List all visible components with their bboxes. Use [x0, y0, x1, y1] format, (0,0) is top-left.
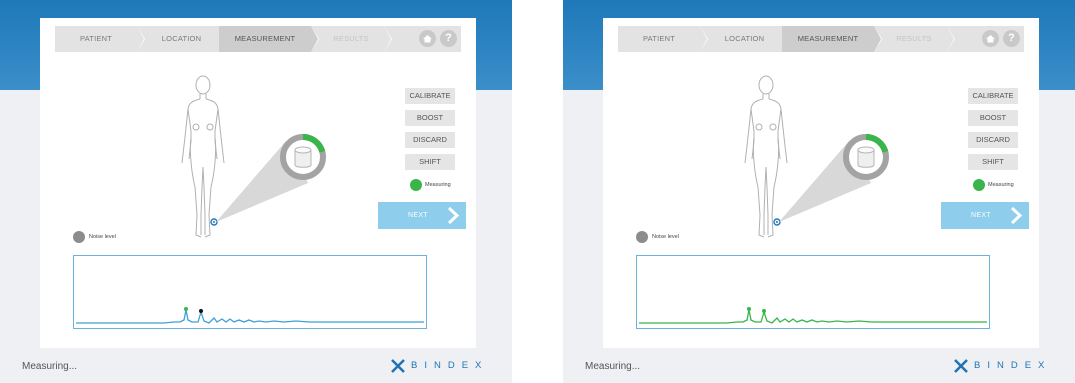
chevron-right-icon: [1010, 206, 1023, 225]
step-navigation: PATIENT LOCATION MEASUREMENT RESULTS ?: [55, 26, 461, 52]
measuring-label: Measuring: [425, 182, 451, 188]
chevron-right-icon: [447, 206, 460, 225]
step-separator: [700, 26, 707, 52]
noise-level-dot: [73, 231, 85, 243]
measuring-label: Measuring: [988, 182, 1014, 188]
discard-button[interactable]: DISCARD: [405, 132, 455, 148]
shift-button[interactable]: SHIFT: [405, 154, 455, 170]
step-location[interactable]: LOCATION: [707, 26, 782, 52]
next-label: NEXT: [971, 212, 991, 219]
main-panel: PATIENT LOCATION MEASUREMENT RESULTS ? C…: [603, 18, 1039, 348]
app-screen: PATIENT LOCATION MEASUREMENT RESULTS ? C…: [563, 0, 1075, 383]
next-button[interactable]: NEXT: [941, 202, 1029, 229]
brand-name: BINDEX: [411, 360, 489, 371]
help-icon[interactable]: ?: [440, 30, 457, 47]
step-patient[interactable]: PATIENT: [618, 26, 700, 52]
calibrate-button[interactable]: CALIBRATE: [405, 88, 455, 104]
step-results: RESULTS: [333, 34, 369, 43]
signal-trace: [76, 307, 424, 324]
calibrate-button[interactable]: CALIBRATE: [968, 88, 1018, 104]
step-measurement[interactable]: MEASUREMENT: [782, 26, 874, 52]
bindex-logo-mark: [391, 359, 405, 373]
main-panel: PATIENT LOCATION MEASUREMENT RESULTS ? C…: [40, 18, 476, 348]
step-separator: [874, 26, 881, 52]
signal-graph: [73, 255, 427, 329]
step-measurement[interactable]: MEASUREMENT: [219, 26, 311, 52]
measuring-indicator-dot: [410, 179, 422, 191]
noise-level-dot: [636, 231, 648, 243]
step-navigation: PATIENT LOCATION MEASUREMENT RESULTS ?: [618, 26, 1024, 52]
step-separator: [384, 26, 391, 52]
sensor-gauge-icon: [280, 134, 326, 180]
noise-level-label: Noise level: [89, 234, 116, 240]
step-separator: [311, 26, 318, 52]
status-text: Measuring...: [585, 361, 641, 372]
step-location[interactable]: LOCATION: [144, 26, 219, 52]
boost-button[interactable]: BOOST: [968, 110, 1018, 126]
step-separator: [137, 26, 144, 52]
signal-graph: [636, 255, 990, 329]
home-icon[interactable]: [419, 30, 436, 47]
step-patient[interactable]: PATIENT: [55, 26, 137, 52]
brand-name: BINDEX: [974, 360, 1052, 371]
home-icon[interactable]: [982, 30, 999, 47]
boost-button[interactable]: BOOST: [405, 110, 455, 126]
measuring-indicator-dot: [973, 179, 985, 191]
next-button[interactable]: NEXT: [378, 202, 466, 229]
step-separator: [947, 26, 954, 52]
status-text: Measuring...: [22, 361, 78, 372]
sensor-gauge-icon: [843, 134, 889, 180]
bindex-logo-mark: [954, 359, 968, 373]
step-results: RESULTS: [896, 34, 932, 43]
discard-button[interactable]: DISCARD: [968, 132, 1018, 148]
next-label: NEXT: [408, 212, 428, 219]
signal-trace: [639, 307, 987, 324]
app-screen: PATIENT LOCATION MEASUREMENT RESULTS ? C…: [0, 0, 512, 383]
help-icon[interactable]: ?: [1003, 30, 1020, 47]
noise-level-label: Noise level: [652, 234, 679, 240]
shift-button[interactable]: SHIFT: [968, 154, 1018, 170]
